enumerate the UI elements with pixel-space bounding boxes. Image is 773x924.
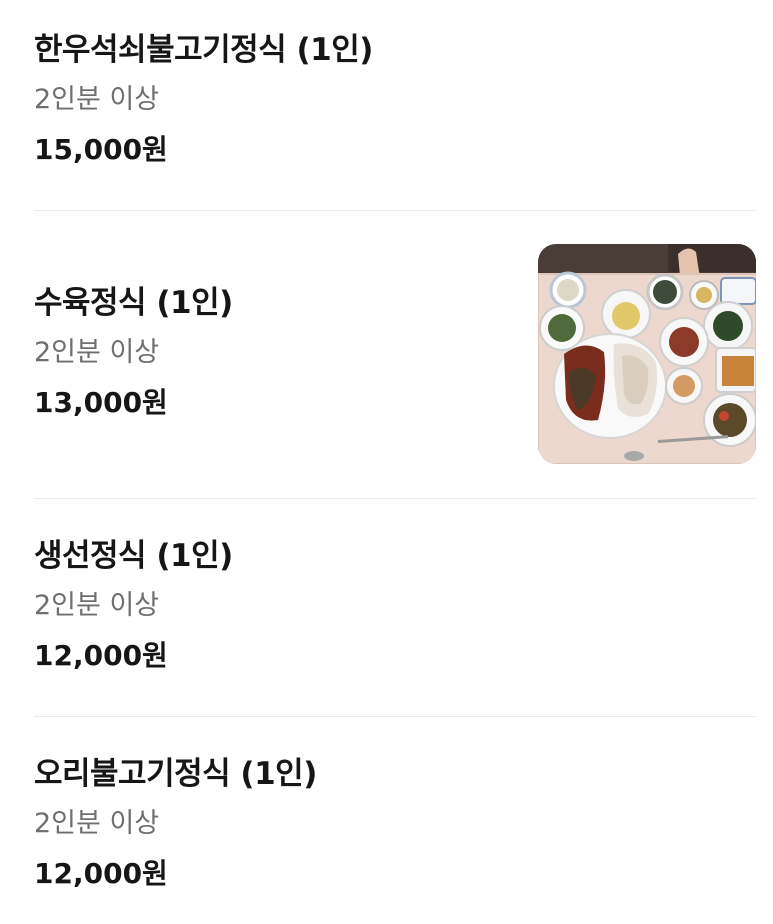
- menu-item-serving-note: 2인분 이상: [34, 84, 160, 115]
- menu-item-serving-note: 2인분 이상: [34, 808, 160, 839]
- menu-list: 한우석쇠불고기정식 (1인) 2인분 이상 15,000원 수육정식 (1인) …: [0, 0, 773, 924]
- menu-item-duck-bulgogi[interactable]: 오리불고기정식 (1인) 2인분 이상 12,000원: [34, 754, 757, 892]
- menu-item-bulgogi[interactable]: 한우석쇠불고기정식 (1인) 2인분 이상 15,000원: [34, 30, 757, 168]
- menu-item-saengseon[interactable]: 생선정식 (1인) 2인분 이상 12,000원: [34, 536, 757, 674]
- menu-item-name: 생선정식 (1인): [34, 538, 233, 574]
- menu-item-serving-note: 2인분 이상: [34, 590, 160, 621]
- food-photo-image: [538, 244, 756, 464]
- menu-item-photo[interactable]: [538, 244, 756, 464]
- menu-item-price: 15,000원: [34, 133, 168, 166]
- menu-item-price: 12,000원: [34, 857, 168, 890]
- divider: [34, 498, 757, 499]
- divider: [34, 716, 757, 717]
- menu-item-price: 12,000원: [34, 639, 168, 672]
- divider: [34, 210, 757, 211]
- menu-item-name: 오리불고기정식 (1인): [34, 756, 317, 792]
- menu-item-name: 한우석쇠불고기정식 (1인): [34, 32, 373, 68]
